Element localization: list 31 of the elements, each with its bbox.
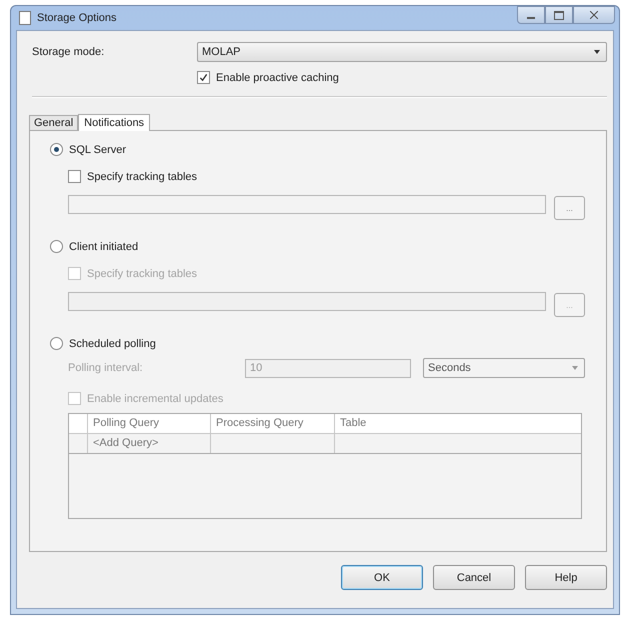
field-label: Polling interval: xyxy=(68,362,144,374)
column-header: Processing Query xyxy=(211,414,335,433)
column-header: Table xyxy=(339,416,368,431)
tab[interactable]: General xyxy=(29,115,78,130)
radio-label: SQL Server xyxy=(69,144,126,156)
field-label: Storage mode: xyxy=(32,46,106,58)
minimize-button[interactable] xyxy=(517,6,545,24)
maximize-button[interactable] xyxy=(545,6,573,24)
tab[interactable]: Notifications xyxy=(78,114,150,131)
checkbox[interactable] xyxy=(197,71,210,84)
checkbox-label: Specify tracking tables xyxy=(87,170,198,182)
checkbox-label: Enable proactive caching xyxy=(216,72,339,84)
document-icon xyxy=(19,11,31,25)
checkbox[interactable] xyxy=(68,170,81,183)
column-header: Polling Query xyxy=(88,414,211,433)
dialog-button[interactable]: OK xyxy=(341,565,423,590)
storage-mode-dropdown[interactable]: MOLAP xyxy=(197,42,607,62)
radio-label: Scheduled polling xyxy=(69,338,156,350)
browse-button[interactable]: ... xyxy=(554,196,585,220)
radio-button[interactable] xyxy=(50,143,63,156)
dialog-button[interactable]: Help xyxy=(525,565,607,590)
radio-button[interactable] xyxy=(50,240,63,253)
caret-icon xyxy=(572,366,578,370)
checkbox-label: Enable incremental updates xyxy=(87,392,224,404)
caret-icon xyxy=(594,50,600,54)
window-title: Storage Options xyxy=(37,12,118,24)
checkbox-label: Specify tracking tables xyxy=(87,268,198,280)
tracking-tables-field[interactable] xyxy=(68,194,546,214)
dialog-button[interactable]: Cancel xyxy=(433,565,515,590)
close-button[interactable] xyxy=(573,6,615,24)
radio-label: Client initiated xyxy=(69,240,138,252)
